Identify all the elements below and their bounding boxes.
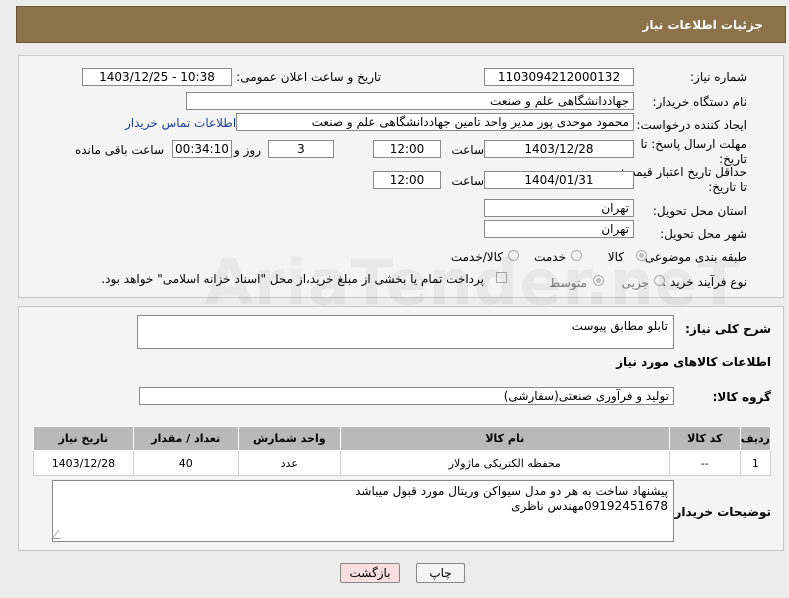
- print-button[interactable]: چاپ: [416, 563, 465, 583]
- col-quantity: تعداد / مقدار: [132, 426, 239, 451]
- buyer-notes-label: توضیحات خریدار:: [669, 505, 771, 519]
- col-unit: واحد شمارش: [237, 426, 341, 451]
- goods-group-label: گروه کالا:: [712, 390, 771, 404]
- table-row: 1 -- محفظه الکتریکی ماژولار عدد 40 1403/…: [33, 450, 772, 476]
- goods-group-field: تولید و فرآوری صنعتی(سفارشی): [139, 387, 674, 405]
- description-field: تابلو مطابق پیوست: [137, 315, 674, 349]
- col-goods-code: کد کالا: [668, 426, 741, 451]
- buyer-org-label: نام دستگاه خریدار:: [652, 95, 748, 109]
- announce-field: 1403/12/25 - 10:38: [82, 68, 232, 86]
- cell-quantity: 40: [132, 450, 239, 476]
- page-title: جزئیات اطلاعات نیاز: [642, 18, 763, 32]
- buyer-org-field: جهاددانشگاهی علم و صنعت: [186, 92, 634, 110]
- requester-field: محمود موحدی پور مدیر واحد تامین جهاددانش…: [236, 113, 634, 131]
- province-label: استان محل تحویل:: [652, 204, 747, 218]
- deadline-time-field: 12:00: [373, 140, 441, 158]
- need-number-label: شماره نیاز:: [690, 70, 747, 84]
- buyer-notes-field: پیشنهاد ساخت به هر دو مدل سیواکن وریتال …: [51, 480, 674, 542]
- city-label: شهر محل تحویل:: [660, 227, 747, 241]
- deadline-date-field: 1403/12/28: [484, 140, 634, 158]
- announce-label: تاریخ و ساعت اعلان عمومی:: [236, 70, 381, 84]
- days-field: 3: [268, 140, 334, 158]
- cell-unit: عدد: [237, 450, 341, 476]
- need-number-field: 1103094212000132: [484, 68, 634, 86]
- goods-table-header: ردیف کد کالا نام کالا واحد شمارش تعداد /…: [33, 426, 772, 451]
- cell-need-date: 1403/12/28: [33, 450, 134, 476]
- col-need-date: تاریخ نیاز: [33, 426, 134, 451]
- cell-row-number: 1: [739, 450, 772, 476]
- days-label: روز و: [234, 143, 261, 157]
- validity-label: حداقل تاریخ اعتبار قیمت: تا تاریخ:: [620, 165, 747, 194]
- validity-time-label: ساعت: [451, 174, 484, 188]
- province-field: تهران: [484, 199, 634, 217]
- col-row-number: ردیف: [739, 426, 772, 451]
- deadline-label: مهلت ارسال پاسخ: تا تاریخ:: [640, 137, 747, 166]
- page-header: جزئیات اطلاعات نیاز: [16, 6, 786, 43]
- cell-goods-name: محفظه الکتریکی ماژولار: [339, 450, 670, 476]
- city-field: تهران: [484, 220, 634, 238]
- validity-date-field: 1404/01/31: [484, 171, 634, 189]
- col-goods-name: نام کالا: [339, 426, 670, 451]
- remaining-time-field: 00:34:10: [172, 140, 232, 158]
- remaining-label: ساعت باقی مانده: [74, 143, 164, 157]
- ariatender-watermark: AriaTender.neT: [205, 246, 741, 319]
- requester-label: ایجاد کننده درخواست:: [636, 118, 747, 132]
- goods-table: ردیف کد کالا نام کالا واحد شمارش تعداد /…: [33, 426, 772, 476]
- back-button[interactable]: بازگشت: [340, 563, 400, 583]
- goods-info-title: اطلاعات کالاهای مورد نیاز: [616, 355, 771, 369]
- description-label: شرح کلی نیاز:: [685, 322, 771, 336]
- cell-goods-code: --: [668, 450, 741, 476]
- validity-time-field: 12:00: [373, 171, 441, 189]
- buyer-contact-link[interactable]: اطلاعات تماس خریدار: [125, 116, 236, 130]
- deadline-time-label: ساعت: [451, 143, 484, 157]
